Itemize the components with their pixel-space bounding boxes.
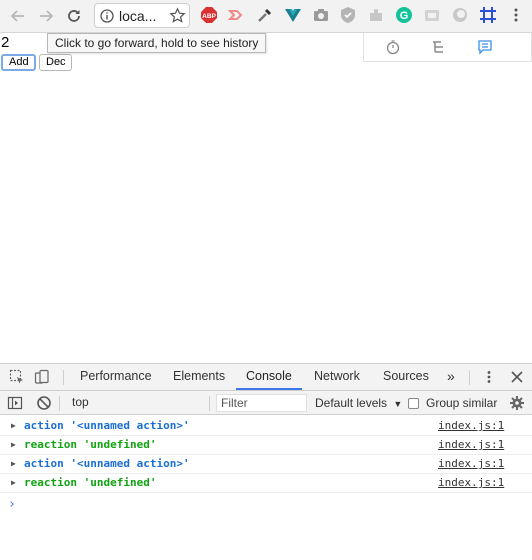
chevron-down-icon: ▼ — [393, 399, 403, 409]
log-levels-label: Default levels — [315, 396, 388, 410]
devtools-panel: Performance Elements Console Network Sou… — [0, 363, 532, 560]
tab-performance[interactable]: Performance — [80, 364, 152, 390]
filter-input[interactable] — [216, 394, 307, 412]
tab-divider — [63, 370, 64, 385]
group-similar-label: Group similar — [426, 396, 498, 410]
log-message: reaction 'undefined' — [24, 476, 157, 489]
address-bar[interactable]: loca... — [94, 3, 190, 28]
svg-text:G: G — [400, 10, 409, 22]
reload-icon — [68, 10, 80, 22]
tab-network[interactable]: Network — [314, 364, 360, 390]
clear-console-icon[interactable] — [36, 395, 52, 411]
tab-divider — [469, 370, 470, 385]
tab-sources[interactable]: Sources — [383, 364, 429, 390]
context-selector[interactable]: top — [64, 393, 204, 412]
log-row[interactable]: ▶ reaction 'undefined' index.js:1 — [0, 474, 532, 493]
svg-text:ABP: ABP — [202, 13, 216, 20]
log-message: action '<unnamed action>' — [24, 457, 190, 470]
log-source-link[interactable]: index.js:1 — [438, 455, 504, 473]
expand-triangle-icon[interactable]: ▶ — [11, 417, 16, 435]
back-arrow-icon — [10, 10, 24, 22]
log-message: action '<unnamed action>' — [24, 419, 190, 432]
tab-console[interactable]: Console — [236, 364, 302, 390]
console-prompt[interactable]: › — [8, 497, 16, 512]
tab-icon[interactable] — [423, 6, 441, 24]
tree-icon[interactable] — [431, 39, 447, 55]
vue-devtools-icon[interactable] — [284, 6, 302, 24]
bookmark-star-icon[interactable] — [169, 7, 186, 24]
close-icon[interactable] — [509, 369, 525, 385]
log-row[interactable]: ▶ action '<unnamed action>' index.js:1 — [0, 455, 532, 474]
counter-value: 2 — [1, 34, 10, 51]
group-similar-checkbox[interactable] — [408, 398, 419, 409]
settings-gear-icon[interactable] — [509, 395, 525, 411]
forward-button[interactable] — [35, 5, 57, 27]
context-value: top — [72, 395, 89, 409]
log-levels-dropdown[interactable]: Default levels ▼ — [315, 394, 402, 413]
devtools-tabbar: Performance Elements Console Network Sou… — [0, 364, 532, 391]
add-button[interactable]: Add — [1, 54, 36, 71]
log-icon[interactable] — [477, 39, 493, 55]
info-icon[interactable] — [100, 9, 114, 23]
forward-arrow-icon — [40, 10, 54, 22]
timer-icon[interactable] — [385, 39, 401, 55]
log-source-link[interactable]: index.js:1 — [438, 417, 504, 435]
sidebar-toggle-icon[interactable] — [7, 395, 23, 411]
camera-icon[interactable] — [312, 6, 330, 24]
url-text: loca... — [119, 8, 157, 24]
puzzle-icon[interactable] — [367, 6, 385, 24]
console-toolbar: top Default levels ▼ Group similar — [0, 391, 532, 415]
mobx-devtools-panel — [363, 33, 532, 62]
log-row[interactable]: ▶ action '<unnamed action>' index.js:1 — [0, 417, 532, 436]
tab-elements[interactable]: Elements — [173, 364, 225, 390]
circle-icon[interactable] — [451, 6, 469, 24]
log-row[interactable]: ▶ reaction 'undefined' index.js:1 — [0, 436, 532, 455]
reload-button[interactable] — [63, 5, 85, 27]
cast-icon[interactable] — [228, 6, 246, 24]
expand-triangle-icon[interactable]: ▶ — [11, 474, 16, 492]
shield-icon[interactable] — [339, 6, 357, 24]
adblock-plus-icon[interactable]: ABP — [200, 6, 218, 24]
grid-icon[interactable] — [479, 6, 497, 24]
log-message: reaction 'undefined' — [24, 438, 157, 451]
inspect-element-icon[interactable] — [9, 369, 25, 385]
kebab-menu-icon[interactable] — [481, 369, 497, 385]
bar-divider — [209, 396, 210, 411]
browser-toolbar: loca... ABP G — [0, 0, 532, 33]
forward-tooltip: Click to go forward, hold to see history — [47, 33, 267, 53]
bar-divider — [59, 396, 60, 411]
dec-button[interactable]: Dec — [39, 54, 72, 71]
expand-triangle-icon[interactable]: ▶ — [11, 455, 16, 473]
console-log: ▶ action '<unnamed action>' index.js:1 ▶… — [0, 417, 532, 512]
expand-triangle-icon[interactable]: ▶ — [11, 436, 16, 454]
back-button[interactable] — [7, 5, 29, 27]
grammarly-icon[interactable]: G — [395, 6, 413, 24]
more-tabs-button[interactable]: » — [447, 364, 455, 390]
device-toolbar-icon[interactable] — [34, 369, 50, 385]
log-source-link[interactable]: index.js:1 — [438, 474, 504, 492]
menu-icon[interactable] — [507, 6, 525, 24]
log-source-link[interactable]: index.js:1 — [438, 436, 504, 454]
eyedropper-icon[interactable] — [256, 6, 274, 24]
